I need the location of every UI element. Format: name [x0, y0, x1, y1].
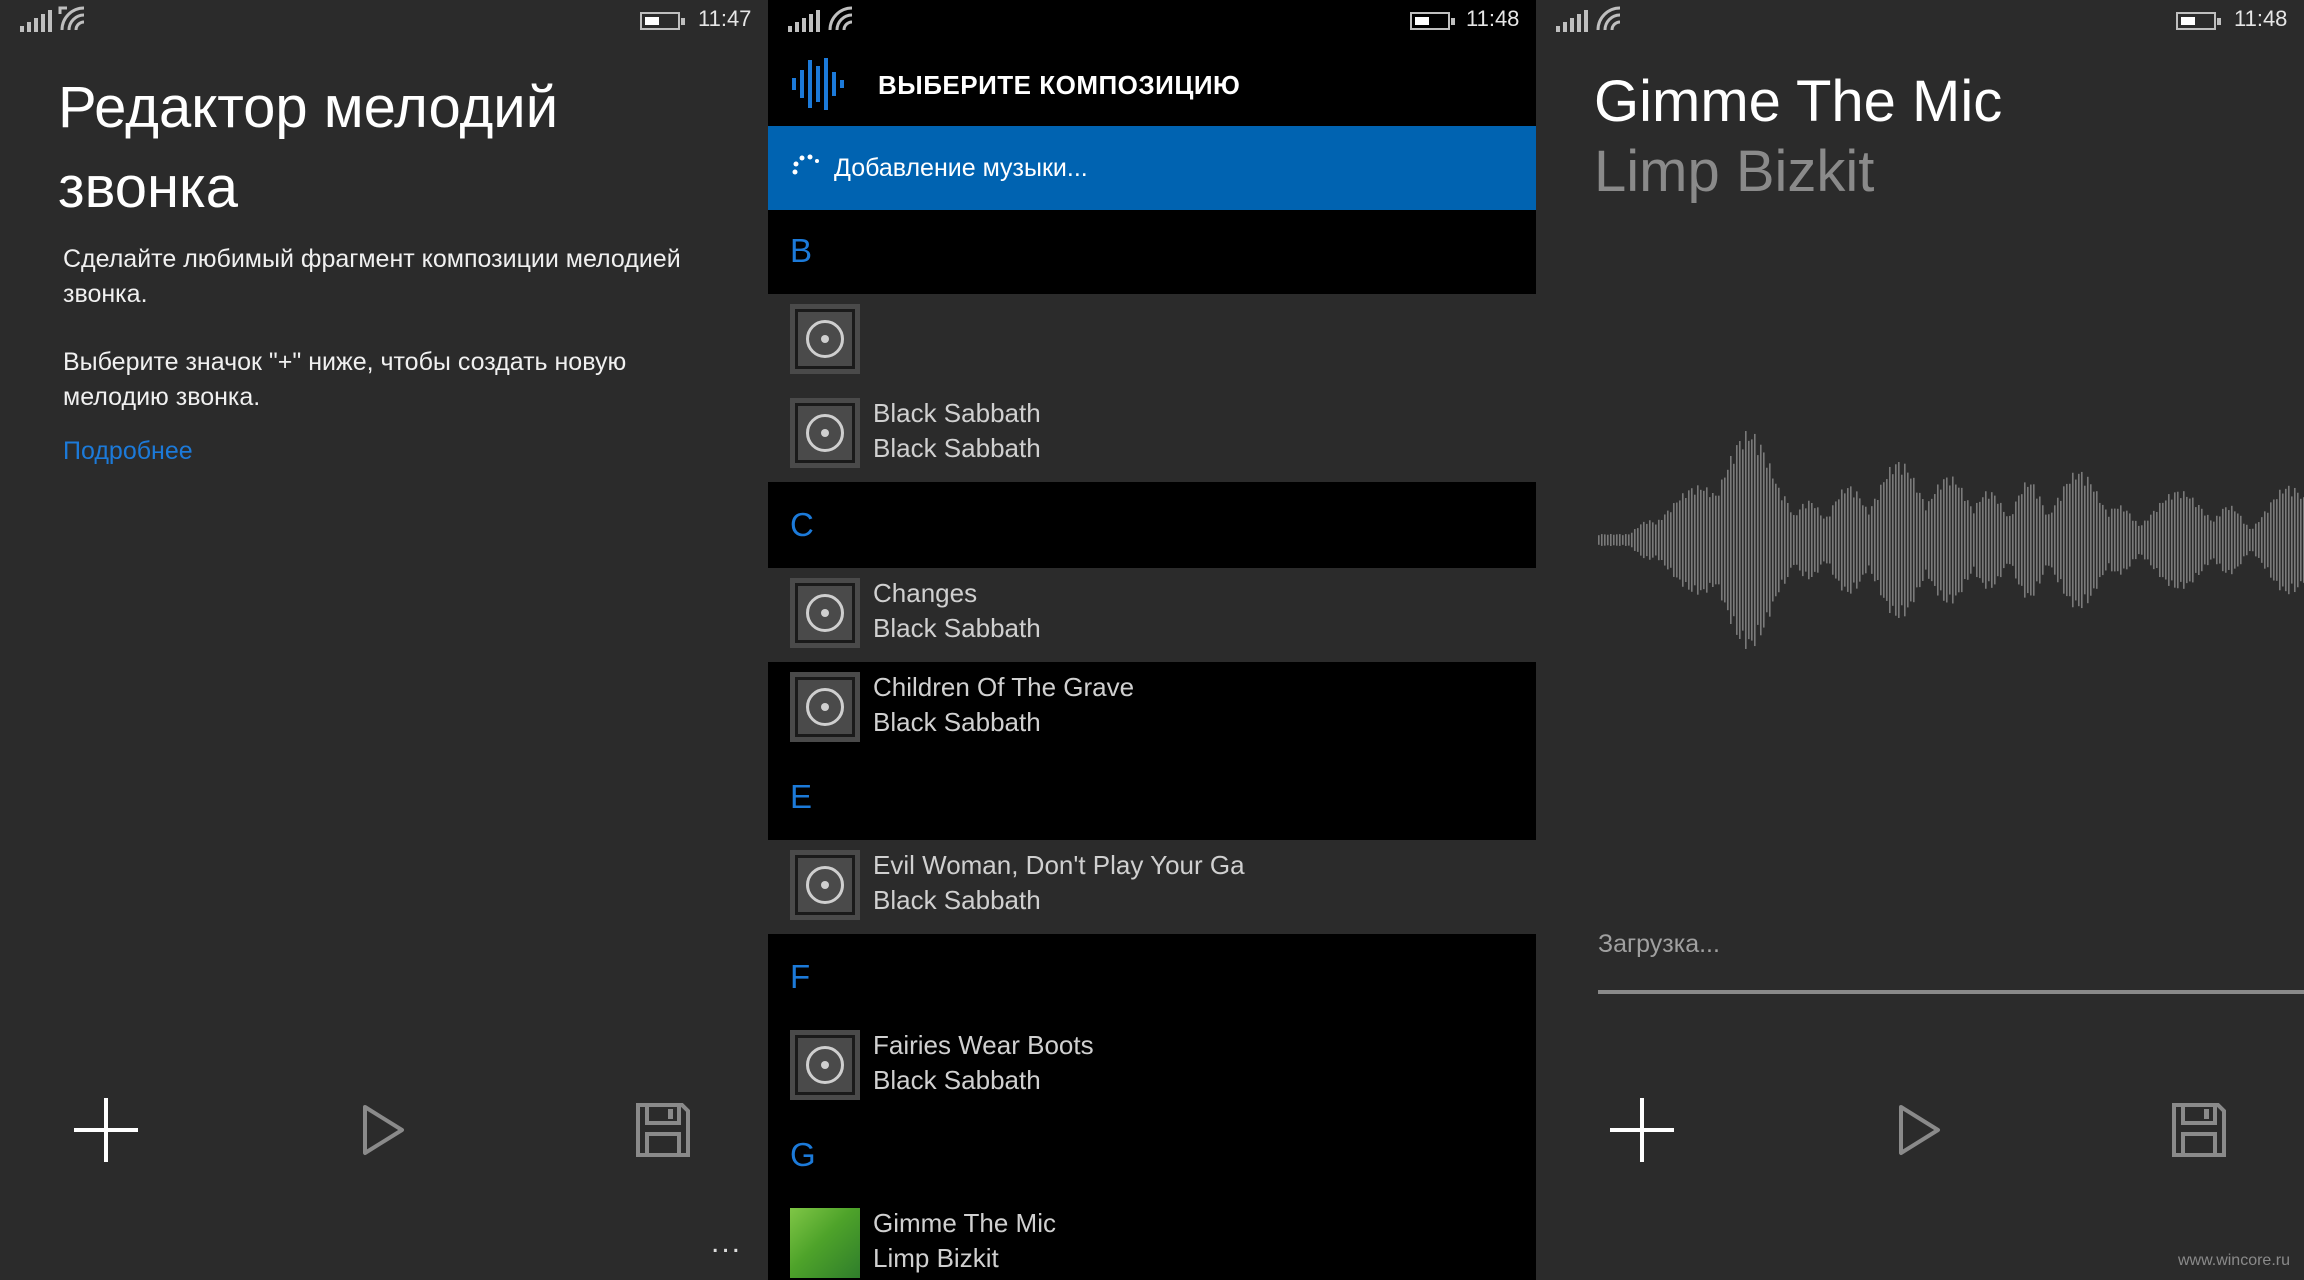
learn-more-link[interactable]: Подробнее: [63, 437, 193, 466]
album-art-icon: [790, 1030, 860, 1100]
save-icon: [636, 1103, 690, 1157]
signal-icon: [788, 10, 820, 32]
ringtone-editor-intro-panel: 11:47 Редактор мелодий звонка Сделайте л…: [0, 0, 768, 1280]
song-artist: Black Sabbath: [873, 613, 1041, 643]
song-picker-panel: 11:48 ВЫБЕРИТЕ КОМПОЗИЦИЮ Добавление муз…: [768, 0, 1536, 1280]
group-header-g[interactable]: G: [768, 1114, 1536, 1198]
status-bar: 11:47: [0, 0, 768, 42]
song-artist: Limp Bizkit: [1594, 139, 1875, 204]
album-cover-image: [790, 1208, 860, 1278]
play-icon: [363, 1105, 404, 1155]
song-item[interactable]: [768, 294, 1536, 388]
group-header-c[interactable]: C: [768, 484, 1536, 568]
wifi-icon: [58, 6, 85, 31]
song-artist: Limp Bizkit: [873, 1243, 999, 1273]
group-header-f[interactable]: F: [768, 936, 1536, 1020]
status-time: 11:48: [1466, 6, 1520, 31]
waveform[interactable]: [1598, 410, 2304, 670]
song-title: Children Of The Grave: [873, 672, 1135, 702]
status-bar: 11:48: [1536, 0, 2304, 42]
status-time: 11:47: [698, 6, 752, 31]
song-artist: Black Sabbath: [873, 707, 1041, 737]
album-art-icon: [790, 578, 860, 648]
song-item[interactable]: Changes Black Sabbath: [768, 568, 1536, 662]
save-icon: [2172, 1103, 2226, 1157]
song-title: Gimme The Mic: [1594, 69, 2003, 134]
song-title: Black Sabbath: [873, 398, 1041, 428]
battery-icon: [2176, 12, 2221, 30]
picker-title: ВЫБЕРИТЕ КОМПОЗИЦИЮ: [878, 70, 1241, 100]
adding-music-text: Добавление музыки...: [834, 154, 1088, 182]
album-art-icon: [790, 398, 860, 468]
song-item[interactable]: Black Sabbath Black Sabbath: [768, 388, 1536, 482]
song-item[interactable]: Children Of The Grave Black Sabbath: [768, 662, 1536, 756]
wifi-icon: [828, 6, 853, 31]
watermark: www.wincore.ru: [2177, 1252, 2290, 1269]
save-button[interactable]: [623, 1090, 703, 1170]
plus-icon: [74, 1098, 138, 1162]
play-button[interactable]: [344, 1090, 424, 1170]
group-header-e[interactable]: E: [768, 756, 1536, 840]
song-artist: Black Sabbath: [873, 433, 1041, 463]
plus-icon: [1610, 1098, 1674, 1162]
play-icon: [1899, 1105, 1940, 1155]
adding-music-banner: Добавление музыки...: [768, 126, 1536, 210]
wifi-icon: [1596, 6, 1621, 31]
battery-icon: [1410, 12, 1455, 30]
picker-header: ВЫБЕРИТЕ КОМПОЗИЦИЮ: [768, 44, 1536, 126]
song-title: Evil Woman, Don't Play Your Ga: [873, 850, 1245, 880]
save-button[interactable]: [2159, 1090, 2239, 1170]
song-editor-panel: 11:48 Gimme The Mic Limp Bizkit Загрузка…: [1536, 0, 2304, 1280]
song-item[interactable]: Gimme The Mic Limp Bizkit: [768, 1198, 1536, 1280]
loading-spinner-icon: [792, 154, 819, 175]
song-artist: Black Sabbath: [873, 885, 1041, 915]
album-art-icon: [790, 672, 860, 742]
loading-text: Загрузка...: [1598, 930, 1720, 958]
status-bar: 11:48: [768, 0, 1536, 42]
song-title: Changes: [873, 578, 978, 608]
add-button[interactable]: [1602, 1090, 1682, 1170]
song-item[interactable]: Evil Woman, Don't Play Your Ga Black Sab…: [768, 840, 1536, 934]
add-button[interactable]: [66, 1090, 146, 1170]
instruction-text: Выберите значок "+" ниже, чтобы создать …: [63, 348, 627, 411]
loading-progress-bar: [1598, 990, 2304, 994]
intro-text: Сделайте любимый фрагмент композиции мел…: [63, 245, 681, 308]
song-artist: Black Sabbath: [873, 1065, 1041, 1095]
song-item[interactable]: Fairies Wear Boots Black Sabbath: [768, 1020, 1536, 1114]
group-header-b[interactable]: B: [768, 210, 1536, 294]
battery-icon: [640, 12, 685, 30]
album-art-icon: [790, 850, 860, 920]
song-title: Fairies Wear Boots: [873, 1030, 1094, 1060]
soundwave-logo-icon: [792, 58, 844, 110]
song-title: Gimme The Mic: [873, 1208, 1056, 1238]
signal-icon: [1556, 10, 1588, 32]
album-art-icon: [790, 304, 860, 374]
status-time: 11:48: [2234, 6, 2288, 31]
play-button[interactable]: [1880, 1090, 1960, 1170]
more-options-button[interactable]: ...: [711, 1226, 742, 1260]
page-title: Редактор мелодий звонка: [58, 75, 559, 220]
signal-icon: [20, 10, 52, 32]
